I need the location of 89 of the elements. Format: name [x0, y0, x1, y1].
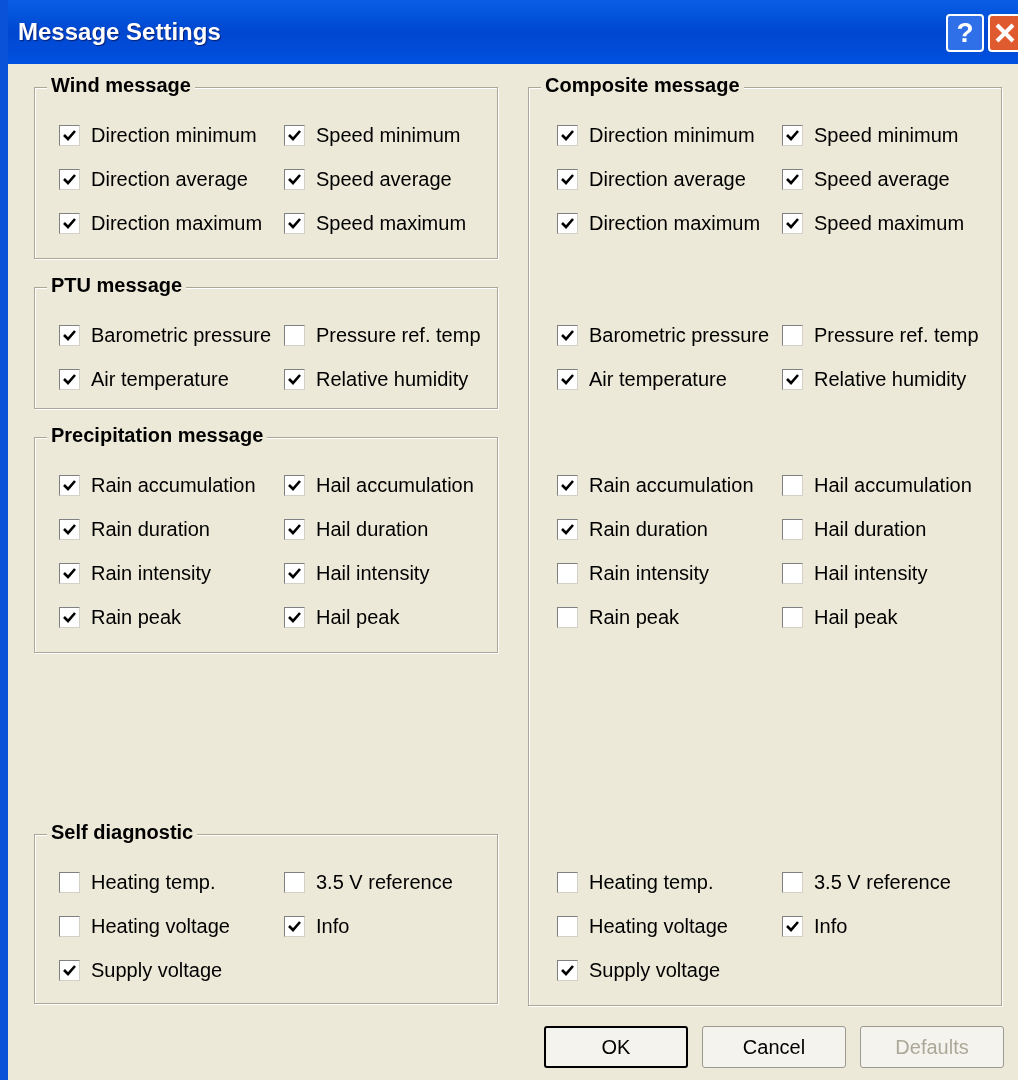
- checkbox[interactable]: Heating temp.: [557, 871, 782, 893]
- check-icon: [288, 566, 301, 580]
- check-icon: [288, 128, 301, 142]
- check-icon: [786, 372, 799, 386]
- checkbox[interactable]: Relative humidity: [782, 368, 982, 390]
- checkbox[interactable]: Hail accumulation: [284, 474, 484, 496]
- check-icon: [561, 328, 574, 342]
- checkbox[interactable]: Hail peak: [284, 606, 484, 628]
- checkbox[interactable]: Direction average: [557, 168, 782, 190]
- check-icon: [786, 216, 799, 230]
- checkbox[interactable]: Rain duration: [59, 518, 284, 540]
- checkbox[interactable]: Pressure ref. temp: [284, 324, 484, 346]
- checkbox[interactable]: Hail duration: [284, 518, 484, 540]
- checkbox[interactable]: Rain accumulation: [59, 474, 284, 496]
- dialog-button[interactable]: Cancel: [702, 1026, 846, 1068]
- checkbox[interactable]: 3.5 V reference: [284, 871, 484, 893]
- checkbox[interactable]: Direction maximum: [557, 212, 782, 234]
- checkbox[interactable]: Rain accumulation: [557, 474, 782, 496]
- checkbox[interactable]: Speed maximum: [782, 212, 982, 234]
- group-title: Precipitation message: [47, 425, 268, 445]
- checkbox[interactable]: Rain intensity: [557, 562, 782, 584]
- checkbox[interactable]: Rain duration: [557, 518, 782, 540]
- checkbox[interactable]: Heating voltage: [557, 915, 782, 937]
- check-icon: [63, 566, 76, 580]
- help-button[interactable]: ?: [946, 14, 984, 52]
- checkbox[interactable]: Hail intensity: [782, 562, 982, 584]
- checkbox[interactable]: Air temperature: [59, 368, 284, 390]
- check-icon: [786, 172, 799, 186]
- checkbox[interactable]: Direction average: [59, 168, 284, 190]
- check-icon: [288, 372, 301, 386]
- check-icon: [561, 963, 574, 977]
- checkbox[interactable]: Speed minimum: [782, 124, 982, 146]
- checkbox[interactable]: Hail accumulation: [782, 474, 982, 496]
- checkbox[interactable]: Speed maximum: [284, 212, 484, 234]
- check-icon: [288, 919, 301, 933]
- check-icon: [561, 128, 574, 142]
- checkbox[interactable]: Rain peak: [59, 606, 284, 628]
- group-title: Composite message: [541, 75, 744, 95]
- checkbox[interactable]: Direction minimum: [557, 124, 782, 146]
- checkbox[interactable]: Heating temp.: [59, 871, 284, 893]
- dialog-button[interactable]: OK: [544, 1026, 688, 1068]
- checkbox[interactable]: Hail intensity: [284, 562, 484, 584]
- checkbox[interactable]: Direction minimum: [59, 124, 284, 146]
- check-icon: [63, 172, 76, 186]
- checkbox[interactable]: Barometric pressure: [557, 324, 782, 346]
- checkbox[interactable]: Hail duration: [782, 518, 982, 540]
- checkbox[interactable]: Heating voltage: [59, 915, 284, 937]
- check-icon: [786, 128, 799, 142]
- check-icon: [561, 522, 574, 536]
- check-icon: [288, 172, 301, 186]
- check-icon: [63, 328, 76, 342]
- check-icon: [63, 216, 76, 230]
- check-icon: [63, 963, 76, 977]
- checkbox[interactable]: Rain intensity: [59, 562, 284, 584]
- checkbox[interactable]: Relative humidity: [284, 368, 484, 390]
- check-icon: [63, 372, 76, 386]
- checkbox[interactable]: Info: [782, 915, 982, 937]
- check-icon: [786, 919, 799, 933]
- checkbox[interactable]: Barometric pressure: [59, 324, 284, 346]
- checkbox[interactable]: Air temperature: [557, 368, 782, 390]
- close-button[interactable]: [988, 14, 1018, 52]
- check-icon: [288, 216, 301, 230]
- check-icon: [63, 522, 76, 536]
- checkbox[interactable]: Direction maximum: [59, 212, 284, 234]
- window-title: Message Settings: [18, 17, 221, 47]
- check-icon: [561, 216, 574, 230]
- group-title: Self diagnostic: [47, 822, 198, 842]
- checkbox[interactable]: Pressure ref. temp: [782, 324, 982, 346]
- check-icon: [561, 372, 574, 386]
- close-icon: [994, 22, 1016, 44]
- check-icon: [561, 478, 574, 492]
- checkbox[interactable]: 3.5 V reference: [782, 871, 982, 893]
- checkbox[interactable]: Supply voltage: [59, 959, 284, 981]
- check-icon: [63, 128, 76, 142]
- checkbox[interactable]: Hail peak: [782, 606, 982, 628]
- checkbox[interactable]: Speed average: [782, 168, 982, 190]
- checkbox[interactable]: Info: [284, 915, 484, 937]
- check-icon: [288, 522, 301, 536]
- check-icon: [288, 610, 301, 624]
- checkbox[interactable]: Supply voltage: [557, 959, 782, 981]
- checkbox[interactable]: Speed minimum: [284, 124, 484, 146]
- group-title: PTU message: [47, 275, 187, 295]
- group-title: Wind message: [47, 75, 195, 95]
- check-icon: [288, 478, 301, 492]
- check-icon: [63, 478, 76, 492]
- checkbox[interactable]: Rain peak: [557, 606, 782, 628]
- check-icon: [561, 172, 574, 186]
- checkbox[interactable]: Speed average: [284, 168, 484, 190]
- check-icon: [63, 610, 76, 624]
